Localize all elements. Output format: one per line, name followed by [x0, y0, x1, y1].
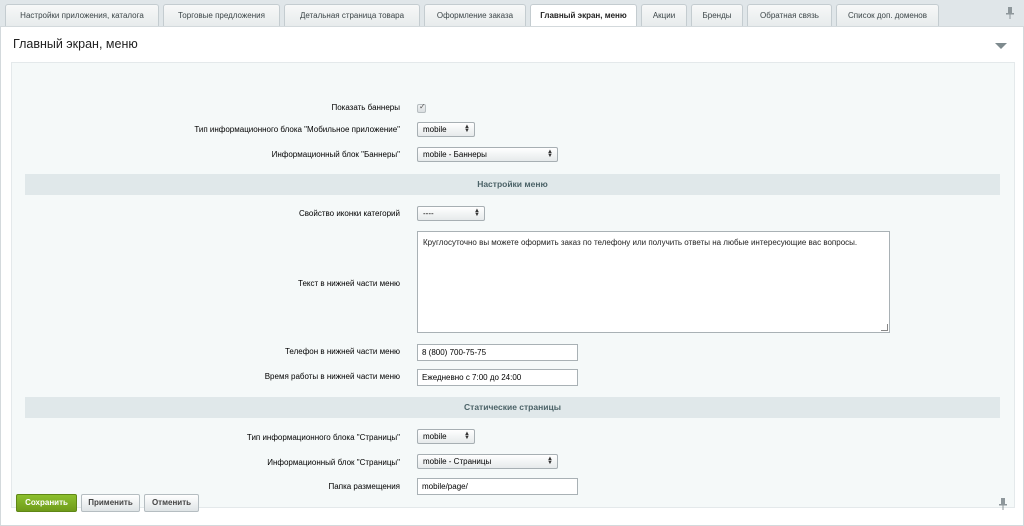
settings-card: Главный экран, меню Показать баннеры Тип…	[0, 26, 1024, 526]
bottom-text-label: Текст в нижней части меню	[298, 279, 400, 288]
tab-promotions[interactable]: Акции	[641, 4, 687, 26]
hours-input[interactable]: Ежедневно с 7:00 до 24:00	[417, 369, 578, 386]
mobile-iblock-type-select[interactable]: mobile ▲ ▼	[417, 122, 475, 137]
updown-arrows-icon: ▲ ▼	[464, 124, 470, 134]
bottom-text-textarea[interactable]: Круглосуточно вы можете оформить заказ п…	[417, 231, 890, 333]
phone-input[interactable]: 8 (800) 700-75-75	[417, 344, 578, 361]
resize-handle-icon[interactable]	[881, 324, 888, 331]
banners-iblock-value: mobile - Баннеры	[423, 150, 487, 159]
static-pages-header: Статические страницы	[25, 397, 1000, 418]
folder-input[interactable]: mobile/page/	[417, 478, 578, 495]
tab-product-detail[interactable]: Детальная страница товара	[284, 4, 420, 26]
pages-iblock-select[interactable]: mobile - Страницы ▲ ▼	[417, 454, 558, 469]
tab-bar: Настройки приложения, каталога Торговые …	[0, 0, 1024, 28]
bottom-text-value: Круглосуточно вы можете оформить заказ п…	[423, 238, 858, 247]
pin-icon[interactable]	[998, 498, 1008, 510]
mobile-iblock-type-label: Тип информационного блока "Мобильное при…	[194, 125, 400, 134]
chevron-down-icon[interactable]	[995, 43, 1007, 49]
tab-trade-offers[interactable]: Торговые предложения	[163, 4, 280, 26]
banners-iblock-select[interactable]: mobile - Баннеры ▲ ▼	[417, 147, 558, 162]
folder-label: Папка размещения	[328, 482, 400, 491]
show-banners-checkbox[interactable]	[417, 102, 426, 113]
updown-arrows-icon: ▲ ▼	[474, 208, 480, 218]
pages-iblock-type-value: mobile	[423, 432, 447, 441]
updown-arrows-icon: ▲ ▼	[547, 456, 553, 466]
save-button[interactable]: Сохранить	[16, 494, 77, 512]
category-icon-select[interactable]: ---- ▲ ▼	[417, 206, 485, 221]
tab-feedback[interactable]: Обратная связь	[747, 4, 832, 26]
settings-form: Показать баннеры Тип информационного бло…	[11, 62, 1015, 508]
mobile-iblock-type-value: mobile	[423, 125, 447, 134]
phone-label: Телефон в нижней части меню	[284, 347, 400, 356]
pages-iblock-type-select[interactable]: mobile ▲ ▼	[417, 429, 475, 444]
cancel-button[interactable]: Отменить	[144, 494, 199, 512]
banners-iblock-label: Информационный блок "Баннеры"	[271, 150, 400, 159]
apply-button[interactable]: Применить	[81, 494, 140, 512]
show-banners-label: Показать баннеры	[331, 103, 400, 112]
page-title: Главный экран, меню	[13, 37, 138, 51]
category-icon-value: ----	[423, 209, 434, 218]
category-icon-label: Свойство иконки категорий	[298, 209, 400, 218]
pages-iblock-type-label: Тип информационного блока "Страницы"	[246, 433, 400, 442]
updown-arrows-icon: ▲ ▼	[464, 431, 470, 441]
pin-icon[interactable]	[1005, 7, 1015, 19]
tab-checkout[interactable]: Оформление заказа	[424, 4, 526, 26]
hours-label: Время работы в нижней части меню	[264, 372, 400, 381]
menu-settings-header: Настройки меню	[25, 174, 1000, 195]
tab-extra-domains[interactable]: Список доп. доменов	[836, 4, 939, 26]
pages-iblock-label: Информационный блок "Страницы"	[267, 458, 400, 467]
tab-app-catalog-settings[interactable]: Настройки приложения, каталога	[5, 4, 159, 26]
tab-main-screen-menu[interactable]: Главный экран, меню	[530, 4, 637, 28]
updown-arrows-icon: ▲ ▼	[547, 149, 553, 159]
tab-brands[interactable]: Бренды	[691, 4, 743, 26]
pages-iblock-value: mobile - Страницы	[423, 457, 492, 466]
